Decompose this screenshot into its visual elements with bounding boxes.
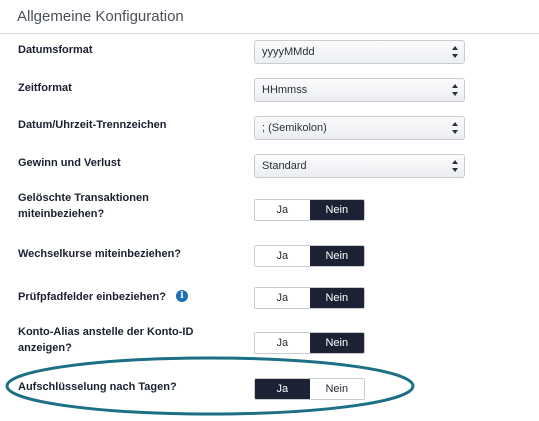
breakdown-by-days-label: Aufschlüsselung nach Tagen? — [18, 381, 177, 393]
time-format-select[interactable]: HHmmss — [254, 78, 465, 102]
info-icon[interactable]: i — [176, 290, 188, 302]
profit-loss-label: Gewinn und Verlust — [18, 157, 121, 169]
select-arrows-icon — [452, 84, 458, 96]
select-arrows-icon — [452, 122, 458, 134]
audit-trail-label: Prüfpfadfelder einbeziehen? — [18, 291, 166, 303]
deleted-transactions-yes-button[interactable]: Ja — [255, 200, 310, 220]
profit-loss-select[interactable]: Standard — [254, 154, 465, 178]
breakdown-by-days-no-button[interactable]: Nein — [309, 379, 364, 399]
exchange-rates-yes-button[interactable]: Ja — [255, 246, 310, 266]
section-divider — [0, 33, 539, 34]
date-format-label: Datumsformat — [18, 44, 93, 56]
separator-value: ; (Semikolon) — [262, 122, 327, 134]
section-title: Allgemeine Konfiguration — [17, 8, 184, 25]
separator-select[interactable]: ; (Semikolon) — [254, 116, 465, 140]
date-format-value: yyyyMMdd — [262, 46, 315, 58]
breakdown-by-days-yes-button[interactable]: Ja — [255, 379, 310, 399]
deleted-transactions-label: Gelöschte Transaktionen miteinbeziehen? — [18, 190, 238, 222]
deleted-transactions-no-button[interactable]: Nein — [309, 200, 364, 220]
audit-trail-yes-button[interactable]: Ja — [255, 288, 310, 308]
deleted-transactions-toggle[interactable]: Ja Nein — [254, 199, 365, 221]
audit-trail-no-button[interactable]: Nein — [309, 288, 364, 308]
select-arrows-icon — [452, 46, 458, 58]
exchange-rates-label: Wechselkurse miteinbeziehen? — [18, 248, 182, 260]
account-alias-label-line2: anzeigen? — [18, 342, 72, 354]
deleted-transactions-label-line1: Gelöschte Transaktionen — [18, 192, 149, 204]
account-alias-label-line1: Konto-Alias anstelle der Konto-ID — [18, 326, 194, 338]
date-format-select[interactable]: yyyyMMdd — [254, 40, 465, 64]
account-alias-label: Konto-Alias anstelle der Konto-ID anzeig… — [18, 324, 238, 356]
account-alias-toggle[interactable]: Ja Nein — [254, 332, 365, 354]
exchange-rates-toggle[interactable]: Ja Nein — [254, 245, 365, 267]
select-arrows-icon — [452, 160, 458, 172]
time-format-label: Zeitformat — [18, 82, 72, 94]
deleted-transactions-label-line2: miteinbeziehen? — [18, 208, 105, 220]
audit-trail-toggle[interactable]: Ja Nein — [254, 287, 365, 309]
exchange-rates-no-button[interactable]: Nein — [309, 246, 364, 266]
separator-label: Datum/Uhrzeit-Trennzeichen — [18, 119, 167, 131]
time-format-value: HHmmss — [262, 84, 308, 96]
breakdown-by-days-toggle[interactable]: Ja Nein — [254, 378, 365, 400]
account-alias-no-button[interactable]: Nein — [309, 333, 364, 353]
account-alias-yes-button[interactable]: Ja — [255, 333, 310, 353]
profit-loss-value: Standard — [262, 160, 307, 172]
